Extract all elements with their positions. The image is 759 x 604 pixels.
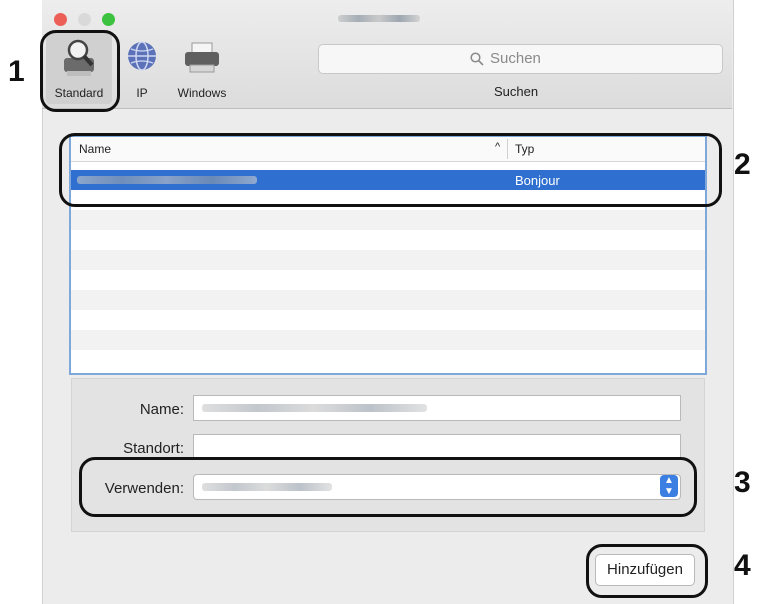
- close-window-button[interactable]: [54, 13, 67, 26]
- callout-frame-1: [40, 30, 120, 112]
- callout-frame-3: [79, 457, 697, 517]
- name-field[interactable]: [193, 395, 681, 421]
- minimize-window-button[interactable]: [78, 13, 91, 26]
- callout-number-1: 1: [8, 55, 25, 88]
- location-label: Standort:: [123, 440, 184, 457]
- name-label: Name:: [139, 401, 184, 418]
- search-placeholder: Suchen: [490, 50, 541, 67]
- search-field[interactable]: Suchen: [318, 44, 723, 74]
- list-row-empty: [71, 250, 705, 270]
- window-title: [338, 15, 420, 22]
- zoom-window-button[interactable]: [102, 13, 115, 26]
- toolbar-windows-label: Windows: [177, 86, 227, 100]
- callout-number-4: 4: [734, 549, 751, 582]
- name-field-value: [202, 404, 427, 412]
- globe-icon: [128, 41, 156, 71]
- search-icon: [470, 52, 484, 66]
- list-row-empty: [71, 290, 705, 310]
- list-row-empty: [71, 330, 705, 350]
- callout-number-3: 3: [734, 466, 751, 499]
- toolbar-windows-button[interactable]: Windows: [169, 32, 235, 104]
- callout-frame-2: [59, 133, 722, 207]
- callout-frame-4: [586, 544, 708, 598]
- list-row-empty: [71, 210, 705, 230]
- callout-number-2: 2: [734, 148, 751, 181]
- printer-icon: [185, 42, 219, 73]
- search-toolbar-label: Suchen: [494, 84, 539, 99]
